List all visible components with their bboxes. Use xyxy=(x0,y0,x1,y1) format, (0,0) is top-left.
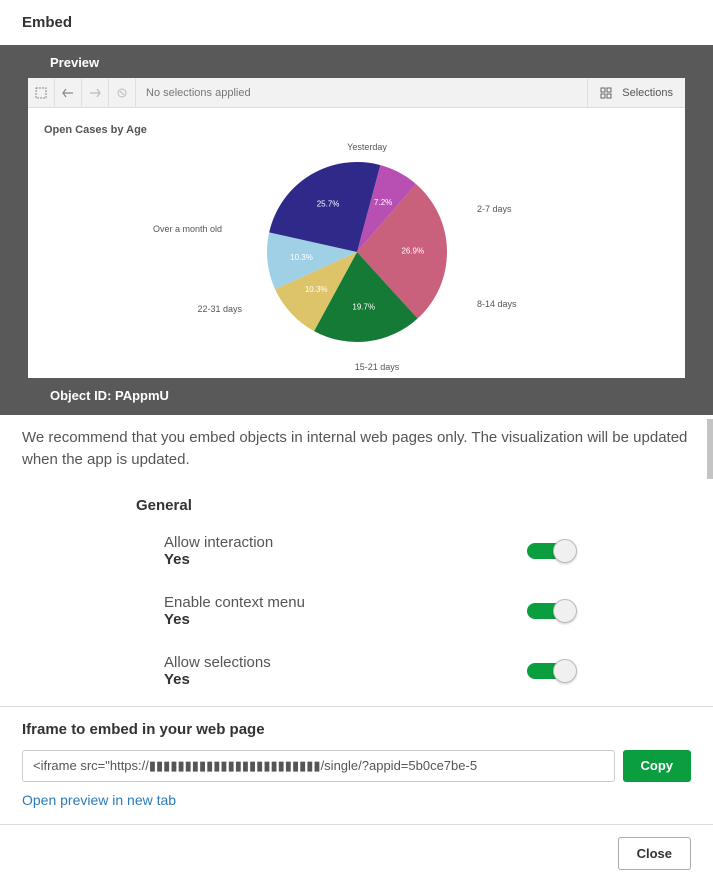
embed-description: We recommend that you embed objects in i… xyxy=(22,427,691,471)
selections-toolbar: No selections applied Selections xyxy=(28,78,685,108)
copy-button[interactable]: Copy xyxy=(623,750,692,782)
preview-label: Preview xyxy=(28,45,685,78)
pie-category-label: Over a month old xyxy=(152,224,221,234)
option-value: Yes xyxy=(164,551,527,568)
step-forward-icon[interactable] xyxy=(82,78,109,108)
iframe-heading: Iframe to embed in your web page xyxy=(22,721,691,738)
option-value: Yes xyxy=(164,611,527,628)
pie-pct-label: 10.3% xyxy=(304,285,327,294)
option-allow-selections: Allow selections Yes xyxy=(22,654,691,688)
pie-category-label: 8-14 days xyxy=(477,299,517,309)
toggle-allow-selections[interactable] xyxy=(527,663,571,679)
pie-pct-label: 19.7% xyxy=(352,303,375,312)
clear-selections-icon[interactable] xyxy=(109,78,136,108)
pie-category-label: 2-7 days xyxy=(477,204,512,214)
option-allow-interaction: Allow interaction Yes xyxy=(22,534,691,568)
selections-label: Selections xyxy=(622,87,673,99)
pie-category-label: 22-31 days xyxy=(197,304,242,314)
step-back-icon[interactable] xyxy=(55,78,82,108)
option-label: Allow interaction xyxy=(164,534,527,551)
pie-pct-label: 26.9% xyxy=(401,246,424,255)
settings-body: We recommend that you embed objects in i… xyxy=(0,415,713,706)
pie-category-label: 15-21 days xyxy=(354,362,399,372)
iframe-code-input[interactable] xyxy=(22,750,615,782)
selection-tool-icon[interactable] xyxy=(28,78,55,108)
section-general-heading: General xyxy=(22,497,691,514)
iframe-section: Iframe to embed in your web page Copy Op… xyxy=(0,706,713,824)
option-value: Yes xyxy=(164,671,527,688)
toggle-allow-interaction[interactable] xyxy=(527,543,571,559)
toggle-enable-context-menu[interactable] xyxy=(527,603,571,619)
pie-pct-label: 10.3% xyxy=(290,253,313,262)
selections-button[interactable]: Selections xyxy=(587,78,685,107)
option-label: Enable context menu xyxy=(164,594,527,611)
open-preview-link[interactable]: Open preview in new tab xyxy=(22,792,176,808)
pie-category-label: Yesterday xyxy=(347,142,387,152)
pie-pct-label: 25.7% xyxy=(316,199,339,208)
no-selections-text: No selections applied xyxy=(136,87,587,99)
preview-box: No selections applied Selections Open Ca… xyxy=(28,78,685,378)
option-enable-context-menu: Enable context menu Yes xyxy=(22,594,691,628)
preview-panel: Preview No selections applied Selections… xyxy=(0,45,713,415)
dialog-title: Embed xyxy=(0,0,713,45)
dialog-footer: Close xyxy=(0,824,713,882)
chart-area: Open Cases by Age 7.2% Yesterday 26.9% 2-7 … xyxy=(28,108,685,378)
close-button[interactable]: Close xyxy=(618,837,691,870)
grid-icon xyxy=(600,87,612,99)
option-label: Allow selections xyxy=(164,654,527,671)
pie-pct-label: 7.2% xyxy=(374,198,392,207)
pie-chart[interactable]: 7.2% Yesterday 26.9% 2-7 days 19.7% 8-14 days… xyxy=(57,142,657,372)
object-id-label: Object ID: PAppmU xyxy=(28,378,685,403)
chart-title: Open Cases by Age xyxy=(38,124,675,142)
